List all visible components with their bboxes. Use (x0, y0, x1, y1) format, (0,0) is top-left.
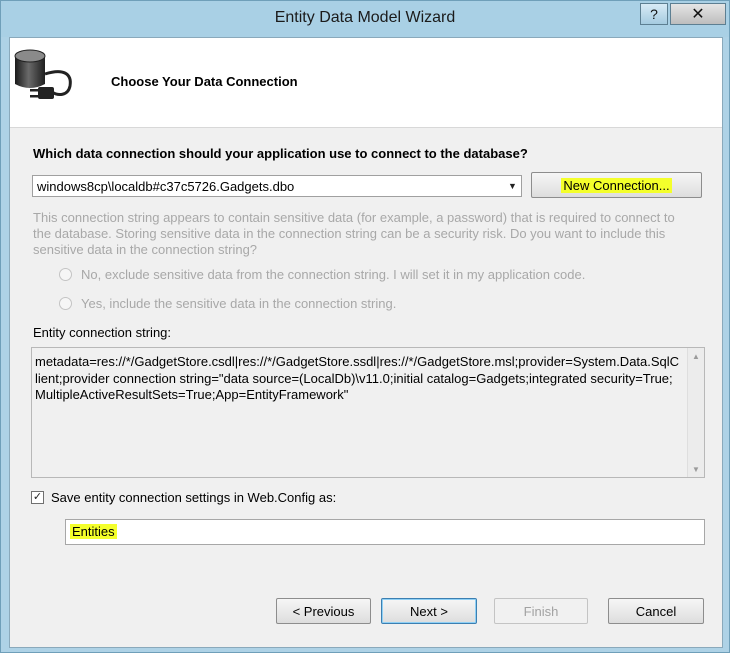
finish-button[interactable]: Finish (494, 598, 588, 624)
new-connection-label: New Connection... (561, 177, 672, 193)
entity-connection-string-box[interactable]: metadata=res://*/GadgetStore.csdl|res://… (31, 347, 705, 478)
save-settings-checkbox[interactable]: ✓ (31, 491, 44, 504)
vertical-scrollbar[interactable]: ▲ ▼ (687, 348, 704, 477)
cancel-button[interactable]: Cancel (608, 598, 704, 624)
help-button[interactable]: ? (640, 3, 668, 25)
exclude-sensitive-option[interactable]: No, exclude sensitive data from the conn… (59, 267, 585, 282)
data-connection-value: windows8cp\localdb#c37c5726.Gadgets.dbo (37, 179, 295, 194)
include-sensitive-radio[interactable] (59, 297, 72, 310)
save-settings-option[interactable]: ✓ Save entity connection settings in Web… (31, 490, 336, 505)
connection-name-input[interactable]: Entities (65, 519, 705, 545)
close-button[interactable]: ✕ (670, 3, 726, 25)
title-bar[interactable]: Entity Data Model Wizard ? ✕ (1, 1, 729, 37)
sensitive-data-notice: This connection string appears to contai… (33, 210, 675, 257)
new-connection-button[interactable]: New Connection... (531, 172, 702, 198)
window-title: Entity Data Model Wizard (274, 9, 456, 26)
page-title: Choose Your Data Connection (111, 74, 298, 89)
database-plug-icon (12, 44, 86, 110)
data-connection-dropdown[interactable]: windows8cp\localdb#c37c5726.Gadgets.dbo … (32, 175, 522, 197)
entity-connection-label: Entity connection string: (33, 325, 172, 340)
entity-connection-string: metadata=res://*/GadgetStore.csdl|res://… (35, 354, 680, 402)
scroll-down-icon[interactable]: ▼ (688, 461, 704, 477)
exclude-sensitive-radio[interactable] (59, 268, 72, 281)
wizard-header: Choose Your Data Connection (10, 38, 722, 128)
connection-name-value: Entities (70, 524, 117, 539)
connection-question: Which data connection should your applic… (33, 146, 528, 161)
previous-button[interactable]: < Previous (276, 598, 371, 624)
wizard-window: Entity Data Model Wizard ? ✕ Choose Your… (0, 0, 730, 653)
include-sensitive-option[interactable]: Yes, include the sensitive data in the c… (59, 296, 396, 311)
include-sensitive-label: Yes, include the sensitive data in the c… (81, 296, 397, 311)
next-button[interactable]: Next > (381, 598, 477, 624)
chevron-down-icon[interactable]: ▼ (504, 176, 521, 196)
scroll-up-icon[interactable]: ▲ (688, 348, 704, 364)
wizard-body: Choose Your Data Connection Which data c… (9, 37, 723, 648)
save-settings-label: Save entity connection settings in Web.C… (51, 490, 337, 505)
exclude-sensitive-label: No, exclude sensitive data from the conn… (81, 267, 586, 282)
